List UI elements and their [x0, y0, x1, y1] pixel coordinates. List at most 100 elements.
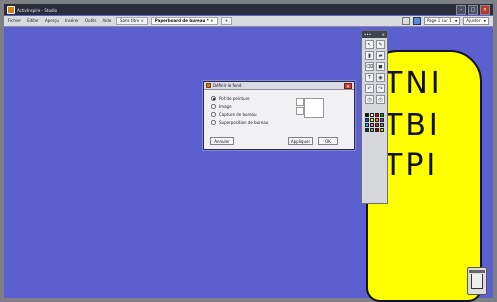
tab-desktop-flipchart[interactable]: Paperboard de bureau * ×	[150, 17, 218, 25]
main-menu: Fichier Editer Aperçu Insérer Outils Aid…	[8, 18, 111, 23]
option-desktop-capture[interactable]: Capture de bureau	[211, 112, 268, 117]
color-swatch[interactable]	[370, 128, 374, 132]
highlighter-icon[interactable]: ▰	[376, 51, 385, 60]
color-swatch[interactable]	[365, 113, 369, 117]
preview-swatch-small[interactable]	[296, 98, 304, 106]
option-label: Capture de bureau	[219, 112, 257, 117]
option-paint-bucket[interactable]: Pot de peinture	[211, 96, 268, 101]
color-swatch[interactable]	[365, 128, 369, 132]
text-icon[interactable]: T	[365, 73, 374, 82]
eraser-icon[interactable]: ⌫	[365, 62, 374, 71]
tools-toolbar: ••• × ↖ ✎ ▮ ▰ ⌫ ◼ T ◉ ↶ ↷ ◷ ◴	[361, 30, 388, 204]
color-swatch[interactable]	[375, 123, 379, 127]
menu-tools[interactable]: Outils	[85, 18, 97, 23]
shape-icon[interactable]: ◼	[376, 62, 385, 71]
maximize-button[interactable]: □	[468, 5, 478, 15]
marker-icon[interactable]: ▮	[365, 51, 374, 60]
radio-icon[interactable]	[211, 112, 216, 117]
fill-icon[interactable]: ◉	[376, 73, 385, 82]
option-image[interactable]: Image	[211, 104, 268, 109]
menu-help[interactable]: Aide	[102, 18, 111, 23]
toolbar-close-icon[interactable]: ×	[382, 32, 385, 37]
dialog-close-button[interactable]: ×	[344, 82, 352, 90]
color-swatch[interactable]	[370, 123, 374, 127]
right-tools: Page 1 sur 1 ▼ Ajuster ▼	[401, 17, 489, 25]
undo-icon[interactable]: ↶	[365, 84, 374, 93]
menu-bar: Fichier Editer Aperçu Insérer Outils Aid…	[4, 16, 493, 27]
color-swatch[interactable]	[375, 128, 379, 132]
trash-icon[interactable]	[467, 267, 487, 295]
option-desktop-overlay[interactable]: Superposition de bureau	[211, 120, 268, 125]
window-title: ActivInspire - Studio	[17, 7, 58, 13]
camera-icon[interactable]: ◷	[365, 95, 374, 104]
radio-selected-icon[interactable]	[211, 96, 216, 101]
tab-close-icon[interactable]: ×	[140, 18, 143, 23]
dialog-titlebar[interactable]: Définir le fond ×	[204, 82, 354, 90]
cancel-button[interactable]: Annuler	[210, 137, 234, 145]
radio-icon[interactable]	[211, 120, 216, 125]
toolbar-header[interactable]: ••• ×	[362, 31, 387, 38]
app-icon	[7, 6, 15, 14]
color-swatch[interactable]	[370, 118, 374, 122]
menu-view[interactable]: Aperçu	[45, 18, 59, 23]
plus-icon: +	[224, 18, 228, 23]
timer-icon[interactable]: ◴	[376, 95, 385, 104]
menu-file[interactable]: Fichier	[8, 18, 21, 23]
color-swatch[interactable]	[365, 118, 369, 122]
zoom-selector[interactable]: Ajuster ▼	[463, 17, 489, 25]
color-swatch[interactable]	[380, 118, 384, 122]
new-tab-button[interactable]: +	[220, 17, 232, 25]
option-label: Pot de peinture	[219, 96, 250, 101]
menu-insert[interactable]: Insérer	[65, 18, 79, 23]
dashboard-icon[interactable]	[412, 17, 421, 25]
option-label: Superposition de bureau	[219, 120, 269, 125]
handwriting-tpi[interactable]: TPI	[384, 148, 438, 183]
dialog-title: Définir le fond	[213, 83, 242, 88]
color-swatch[interactable]	[375, 118, 379, 122]
flipchart-tabs: Sans titre × Paperboard de bureau * × +	[116, 17, 232, 25]
toolbar-grip-icon: •••	[364, 32, 372, 37]
dialog-app-icon	[206, 83, 211, 88]
chevron-down-icon: ▼	[483, 19, 486, 23]
menu-edit[interactable]: Editer	[27, 18, 39, 23]
trash-bin	[471, 274, 483, 289]
title-left: ActivInspire - Studio	[7, 6, 57, 14]
minimize-button[interactable]: –	[456, 5, 466, 15]
color-swatch[interactable]	[380, 123, 384, 127]
select-icon[interactable]: ↖	[365, 40, 374, 49]
radio-icon[interactable]	[211, 104, 216, 109]
apply-button[interactable]: Appliquer	[288, 137, 313, 145]
color-swatch[interactable]	[380, 128, 384, 132]
redo-icon[interactable]: ↷	[376, 84, 385, 93]
page-selector[interactable]: Page 1 sur 1 ▼	[423, 17, 461, 25]
title-bar: ActivInspire - Studio – □ ×	[4, 4, 493, 15]
handwriting-tni[interactable]: TNI	[384, 66, 443, 101]
option-label: Image	[219, 104, 232, 109]
pen-icon[interactable]: ✎	[376, 40, 385, 49]
tab-close-icon[interactable]: ×	[210, 18, 213, 23]
color-palette	[365, 113, 385, 132]
tab-untitled-label: Sans titre	[120, 18, 140, 23]
background-preview	[296, 98, 324, 120]
zoom-selector-label: Ajuster	[466, 18, 481, 23]
window-controls: – □ ×	[456, 5, 490, 15]
ok-button[interactable]: OK	[318, 137, 338, 145]
close-window-button[interactable]: ×	[480, 5, 490, 15]
preview-swatch-small[interactable]	[296, 107, 304, 115]
chevron-down-icon: ▼	[454, 19, 458, 23]
color-swatch[interactable]	[365, 123, 369, 127]
toolbar-tools: ↖ ✎ ▮ ▰ ⌫ ◼ T ◉ ↶ ↷ ◷ ◴	[365, 40, 385, 104]
page-icon[interactable]	[401, 17, 410, 25]
color-swatch[interactable]	[370, 113, 374, 117]
color-swatch[interactable]	[380, 113, 384, 117]
dialog-title-wrap: Définir le fond	[206, 83, 241, 88]
set-background-dialog: Définir le fond × Pot de peinture Image …	[203, 81, 355, 150]
page-selector-label: Page 1 sur 1	[426, 18, 452, 23]
color-swatch[interactable]	[375, 113, 379, 117]
tab-untitled[interactable]: Sans titre ×	[116, 17, 148, 25]
background-options: Pot de peinture Image Capture de bureau …	[211, 96, 268, 125]
tab-desktop-flipchart-label: Paperboard de bureau *	[154, 18, 209, 23]
preview-swatch-large	[304, 98, 324, 118]
trash-lid	[469, 270, 485, 273]
handwriting-tbi[interactable]: TBI	[384, 108, 441, 143]
